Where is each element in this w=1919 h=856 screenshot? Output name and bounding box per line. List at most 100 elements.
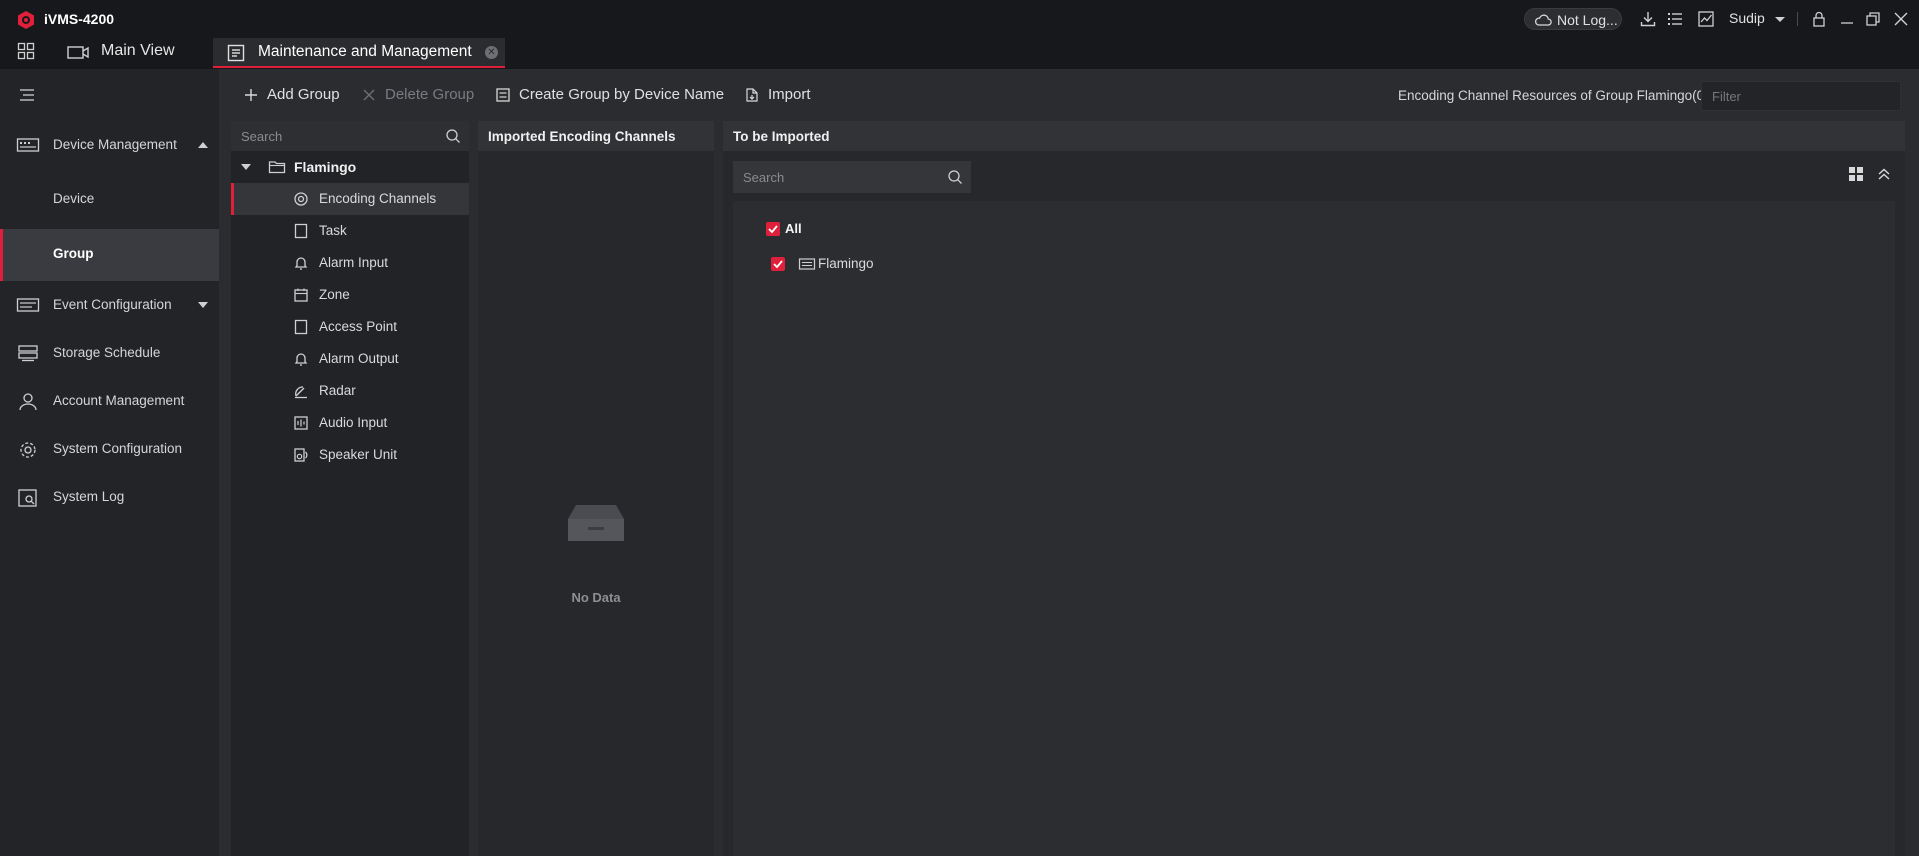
to-import-search [733,161,971,193]
tree-item-label: Audio Input [319,415,388,430]
search-icon[interactable] [947,169,963,185]
imported-panel-title: Imported Encoding Channels [478,121,714,151]
checkbox-device-flamingo[interactable] [771,257,785,271]
tree-item-label: Zone [319,287,350,302]
system-log-icon [18,489,37,507]
sidebar-item-device-management[interactable]: Device Management [0,123,219,167]
sidebar-item-account-management[interactable]: Account Management [0,379,219,423]
sidebar-item-label: Event Configuration [53,297,172,312]
menu-collapse-icon[interactable] [18,87,36,103]
sidebar-item-system-log[interactable]: System Log [0,475,219,519]
sidebar-item-storage-schedule[interactable]: Storage Schedule [0,331,219,375]
zone-icon [294,288,308,302]
title-bar: iVMS-4200 Not Log... Sudip [0,0,1919,38]
tree-node-flamingo[interactable]: Flamingo [231,151,469,183]
alarm-output-icon [294,353,308,366]
filter-input[interactable] [1701,81,1901,111]
import-button[interactable]: Import [744,85,824,105]
tile-view-icon[interactable] [1847,165,1865,183]
tree-item-label: Access Point [319,319,398,334]
search-icon[interactable] [445,128,461,144]
chevron-down-icon[interactable] [1771,11,1789,29]
sidebar-item-label: Storage Schedule [53,345,161,360]
tree-item-radar[interactable]: Radar [231,375,469,407]
checkbox-all[interactable] [766,222,780,236]
group-tree-panel: Flamingo Encoding Channels Task Alarm In… [231,121,469,856]
all-label: All [785,221,802,236]
sidebar-item-event-configuration[interactable]: Event Configuration [0,283,219,327]
import-label: Import [768,86,811,103]
audio-input-icon [294,416,308,430]
resources-label: Encoding Channel Resources of Group Flam… [1398,88,1709,103]
tree-item-alarm-input[interactable]: Alarm Input [231,247,469,279]
restore-icon[interactable] [1864,10,1882,28]
empty-box-icon [568,505,624,541]
delete-icon [363,89,375,101]
sidebar-item-label: System Configuration [53,441,183,456]
tree-item-label: Encoding Channels [319,191,437,206]
tree-search-input[interactable] [231,121,431,151]
app-title: iVMS-4200 [44,11,115,27]
tree-item-audio-input[interactable]: Audio Input [231,407,469,439]
task-list-icon[interactable] [1666,10,1684,28]
encoding-channel-icon [294,192,308,206]
caret-down-icon[interactable] [241,164,251,170]
radar-icon [295,386,307,399]
tree-item-label: Alarm Output [319,351,399,366]
folder-icon [268,161,286,174]
tree-item-label: Task [319,223,347,238]
tab-close-icon[interactable]: ✕ [485,46,498,59]
cloud-login-button[interactable]: Not Log... [1524,8,1622,30]
to-import-panel-title: To be Imported [723,121,1905,151]
tree-item-label: Speaker Unit [319,447,398,462]
sidebar-item-system-configuration[interactable]: System Configuration [0,427,219,471]
delete-group-button[interactable]: Delete Group [361,85,481,105]
close-icon[interactable] [1892,10,1910,28]
tree-item-label: Radar [319,383,356,398]
storage-schedule-icon [18,345,38,362]
tab-maintenance-label: Maintenance and Management [258,43,472,60]
sidebar-item-label: Device [53,191,95,206]
collapse-up-icon[interactable] [1875,165,1893,183]
tab-maintenance-management[interactable]: Maintenance and Management ✕ [213,38,505,68]
gear-icon [20,442,36,458]
add-group-button[interactable]: Add Group [243,85,343,105]
to-import-search-input[interactable] [733,161,933,193]
user-name[interactable]: Sudip [1729,10,1765,26]
divider [1797,12,1798,26]
delete-group-label: Delete Group [385,86,475,103]
chevron-up-icon [198,142,208,148]
download-icon[interactable] [1639,10,1657,28]
tree-item-alarm-output[interactable]: Alarm Output [231,343,469,375]
tree-item-encoding-channels[interactable]: Encoding Channels [231,183,469,215]
cloud-status-label: Not Log... [1557,12,1618,28]
device-management-icon [16,138,40,152]
check-icon [768,225,778,234]
check-icon [773,260,783,269]
tree-item-speaker-unit[interactable]: Speaker Unit [231,439,469,471]
sidebar-item-label: System Log [53,489,125,504]
tree-item-access-point[interactable]: Access Point [231,311,469,343]
app-logo-icon [18,11,34,29]
lock-icon[interactable] [1810,10,1828,28]
event-configuration-icon [16,298,40,312]
sidebar-item-label: Group [53,246,94,261]
sidebar-item-device[interactable]: Device [0,174,219,226]
sidebar-item-group[interactable]: Group [0,229,219,281]
statistics-icon[interactable] [1697,10,1715,28]
module-grid-icon[interactable] [17,42,35,60]
cloud-icon [1534,14,1552,26]
to-be-imported-panel: To be Imported All [723,121,1905,856]
tree-root-label: Flamingo [294,159,357,175]
speaker-unit-icon [294,448,308,462]
minimize-icon[interactable] [1838,10,1856,28]
create-group-by-device-button[interactable]: Create Group by Device Name [495,85,724,105]
tab-main-view[interactable]: Main View [64,38,184,69]
tree-item-label: Alarm Input [319,255,389,270]
tree-item-task[interactable]: Task [231,215,469,247]
tree-item-zone[interactable]: Zone [231,279,469,311]
tab-main-view-label: Main View [101,42,175,59]
imported-channels-panel: Imported Encoding Channels No Data [478,121,714,856]
maintenance-icon [227,44,245,62]
sidebar: Device Management Device Group Event Con… [0,69,219,856]
